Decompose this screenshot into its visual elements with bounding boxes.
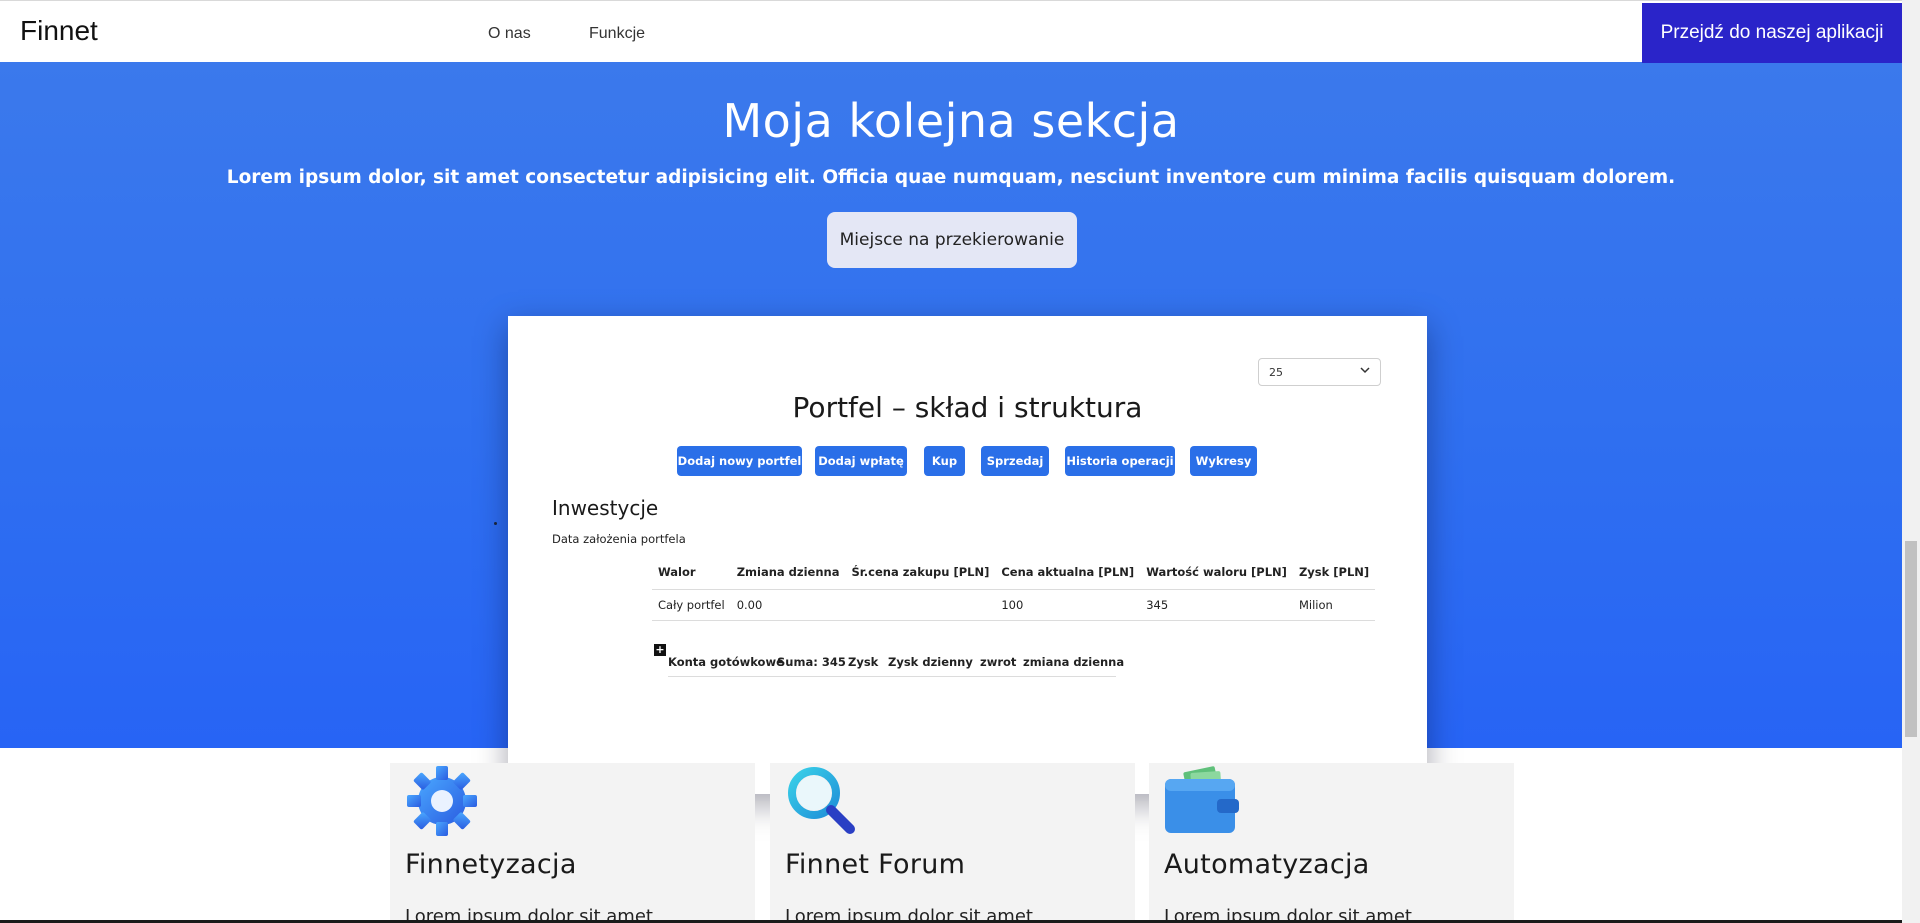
feature-card-finnetyzacja: Finnetyzacja Lorem ipsum dolor sit amet	[390, 763, 755, 923]
page-scrollbar[interactable]	[1902, 0, 1920, 923]
sell-button[interactable]: Sprzedaj	[981, 446, 1049, 476]
feature-title: Finnet Forum	[785, 849, 966, 880]
column-header: Zmiana dzienna	[730, 556, 846, 590]
charts-button[interactable]: Wykresy	[1190, 446, 1257, 476]
table-cell: 100	[995, 589, 1141, 621]
feature-card-forum: Finnet Forum Lorem ipsum dolor sit amet	[770, 763, 1135, 923]
add-deposit-button[interactable]: Dodaj wpłatę	[815, 446, 907, 476]
cash-accounts-label: Konta gotówkowe	[668, 655, 784, 669]
table-cell: Cały portfel	[652, 589, 731, 621]
column-header: Walor	[652, 556, 731, 590]
table-cell: 0.00	[730, 589, 846, 621]
table-row[interactable]: Cały portfel 0.00 100 345 Milion	[652, 589, 1376, 621]
portfolio-title: Portfel – skład i struktura	[792, 391, 1143, 424]
cash-daily-change-label: zmiana dzienna	[1023, 655, 1125, 669]
nav-link-features[interactable]: Funkcje	[589, 25, 645, 43]
add-portfolio-button[interactable]: Dodaj nowy portfel	[677, 446, 802, 476]
cash-accounts-row: Konta gotówkowe Suma: 345 Zysk Zysk dzie…	[668, 649, 1124, 677]
decorative-dot	[494, 522, 497, 525]
hero-title: Moja kolejna sekcja	[722, 94, 1180, 148]
cash-daily-profit-label: Zysk dzienny	[888, 655, 973, 669]
gear-icon	[404, 763, 480, 839]
cash-sum-label: Suma: 345	[777, 655, 846, 669]
column-header: Zysk [PLN]	[1292, 556, 1376, 590]
open-app-button[interactable]: Przejdź do naszej aplikacji	[1642, 3, 1902, 63]
wallet-icon	[1163, 763, 1239, 839]
column-header: Wartość waloru [PLN]	[1140, 556, 1293, 590]
table-cell: Milion	[1292, 589, 1376, 621]
page-size-value: 25	[1269, 366, 1283, 379]
nav-link-about[interactable]: O nas	[488, 25, 531, 43]
hero-section: Moja kolejna sekcja Lorem ipsum dolor, s…	[0, 62, 1902, 794]
scrollbar-thumb[interactable]	[1905, 541, 1917, 737]
buy-button[interactable]: Kup	[924, 446, 965, 476]
feature-card-automatyzacja: Automatyzacja Lorem ipsum dolor sit amet	[1149, 763, 1514, 923]
portfolio-action-buttons: Dodaj nowy portfel Dodaj wpłatę Kup Sprz…	[508, 446, 1427, 476]
portfolio-date-label: Data założenia portfela	[552, 532, 686, 546]
operations-history-button[interactable]: Historia operacji	[1065, 446, 1175, 476]
hero-subtitle: Lorem ipsum dolor, sit amet consectetur …	[226, 167, 1676, 188]
investments-table: Walor Zmiana dzienna Śr.cena zakupu [PLN…	[652, 556, 1376, 621]
search-icon	[784, 763, 860, 839]
cash-profit-label: Zysk	[848, 655, 879, 669]
table-header-row: Walor Zmiana dzienna Śr.cena zakupu [PLN…	[652, 556, 1376, 590]
column-header: Śr.cena zakupu [PLN]	[845, 556, 996, 590]
column-header: Cena aktualna [PLN]	[995, 556, 1141, 590]
top-navbar: Finnet O nas Funkcje Przejdź do naszej a…	[0, 0, 1902, 63]
investments-heading: Inwestycje	[552, 496, 659, 520]
redirect-button[interactable]: Miejsce na przekierowanie	[827, 212, 1077, 268]
chevron-down-icon	[1360, 365, 1370, 378]
table-cell: 345	[1140, 589, 1293, 621]
feature-title: Automatyzacja	[1164, 849, 1370, 880]
portfolio-preview-card: 25 Portfel – skład i struktura Dodaj now…	[508, 316, 1427, 794]
page-size-select[interactable]: 25	[1258, 358, 1381, 386]
expand-cash-accounts-icon[interactable]: +	[654, 644, 666, 656]
cash-return-label: zwrot	[980, 655, 1017, 669]
feature-title: Finnetyzacja	[405, 849, 577, 880]
table-cell	[845, 589, 996, 621]
brand-logo[interactable]: Finnet	[20, 15, 98, 47]
